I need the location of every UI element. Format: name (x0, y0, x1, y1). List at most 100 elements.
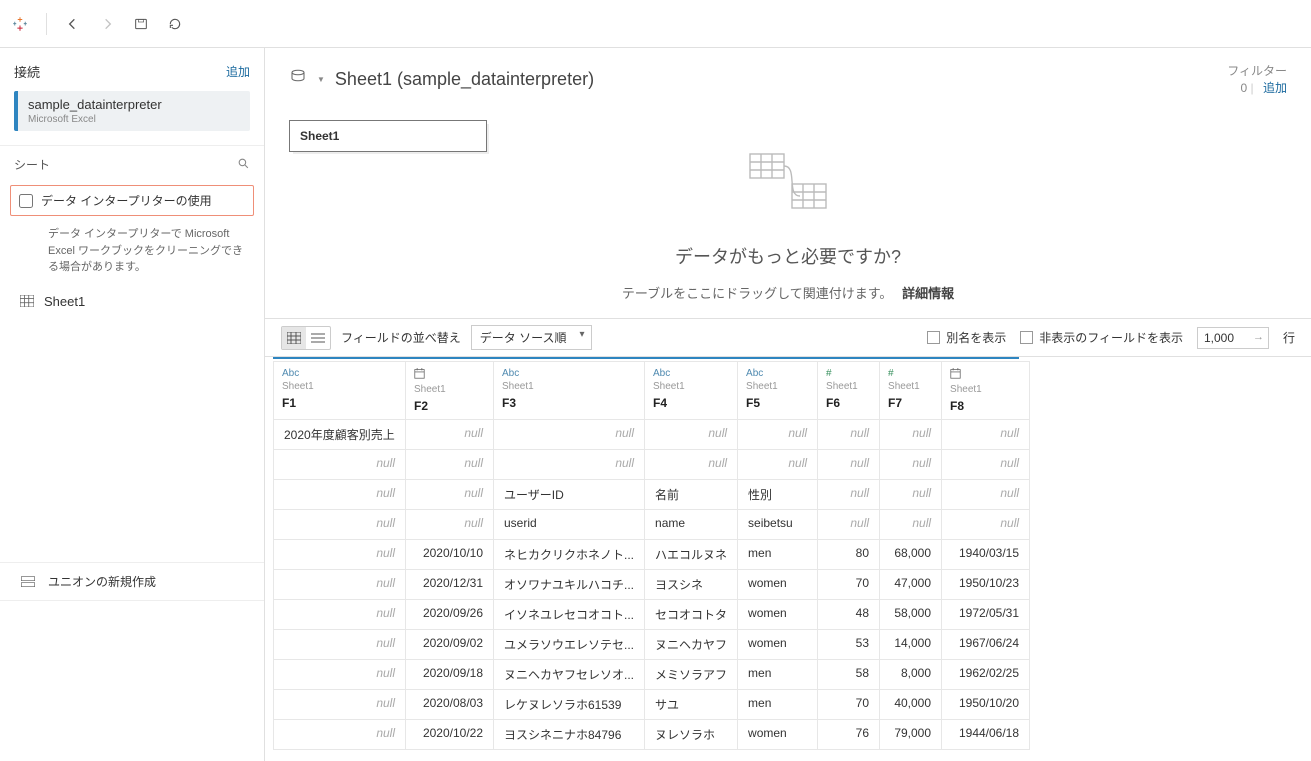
back-icon[interactable] (63, 14, 83, 34)
cell[interactable]: null (818, 450, 880, 480)
cell[interactable]: null (274, 720, 406, 750)
cell[interactable]: 性別 (738, 480, 818, 510)
cell[interactable]: オソワナユキルハコチ... (494, 570, 645, 600)
cell[interactable]: 58 (818, 660, 880, 690)
cell[interactable]: null (494, 420, 645, 450)
cell[interactable]: null (880, 420, 942, 450)
column-header-F5[interactable]: AbcSheet1F5 (738, 362, 818, 420)
column-header-F7[interactable]: #Sheet1F7 (880, 362, 942, 420)
filters-add-link[interactable]: 追加 (1263, 81, 1287, 95)
cell[interactable]: 68,000 (880, 540, 942, 570)
cell[interactable]: 2020/08/03 (406, 690, 494, 720)
add-connection-link[interactable]: 追加 (226, 63, 250, 80)
canvas-table-chip[interactable]: Sheet1 (289, 120, 487, 152)
save-icon[interactable] (131, 14, 151, 34)
cell[interactable]: ユーザーID (494, 480, 645, 510)
drop-hint-details-link[interactable]: 詳細情報 (902, 286, 954, 301)
show-aliases-checkbox[interactable]: 別名を表示 (927, 329, 1006, 346)
cell[interactable]: null (274, 600, 406, 630)
cell[interactable]: null (274, 540, 406, 570)
cell[interactable]: women (738, 600, 818, 630)
cell[interactable]: userid (494, 510, 645, 540)
cell[interactable]: 80 (818, 540, 880, 570)
cell[interactable]: 8,000 (880, 660, 942, 690)
cell[interactable]: null (494, 450, 645, 480)
cell[interactable]: women (738, 630, 818, 660)
cell[interactable]: null (880, 510, 942, 540)
cell[interactable]: 2020年度顧客別売上 (274, 420, 406, 450)
cell[interactable]: name (645, 510, 738, 540)
cell[interactable]: null (645, 450, 738, 480)
cell[interactable]: null (274, 510, 406, 540)
cell[interactable]: null (818, 480, 880, 510)
cell[interactable]: サユ (645, 690, 738, 720)
cell[interactable]: null (274, 570, 406, 600)
cell[interactable]: null (942, 480, 1030, 510)
cell[interactable]: 1940/03/15 (942, 540, 1030, 570)
cell[interactable]: null (880, 480, 942, 510)
forward-icon[interactable] (97, 14, 117, 34)
cell[interactable]: 1967/06/24 (942, 630, 1030, 660)
cell[interactable]: 1972/05/31 (942, 600, 1030, 630)
cell[interactable]: null (942, 450, 1030, 480)
cell[interactable]: ヨスシネ (645, 570, 738, 600)
cell[interactable]: 1962/02/25 (942, 660, 1030, 690)
sort-fields-select[interactable]: データ ソース順 (471, 325, 592, 350)
row-limit-input[interactable]: 1,000 (1197, 327, 1269, 349)
cell[interactable]: 58,000 (880, 600, 942, 630)
cell[interactable]: 70 (818, 690, 880, 720)
cell[interactable]: null (880, 450, 942, 480)
cell[interactable]: null (274, 450, 406, 480)
cell[interactable]: 47,000 (880, 570, 942, 600)
interpreter-checkbox[interactable] (19, 194, 33, 208)
cell[interactable]: 70 (818, 570, 880, 600)
cell[interactable]: null (645, 420, 738, 450)
cell[interactable]: null (942, 510, 1030, 540)
cell[interactable]: null (818, 510, 880, 540)
cell[interactable]: ヌレソラホ (645, 720, 738, 750)
cell[interactable]: 76 (818, 720, 880, 750)
cell[interactable]: null (818, 420, 880, 450)
cell[interactable]: women (738, 720, 818, 750)
cell[interactable]: 48 (818, 600, 880, 630)
cell[interactable]: null (406, 420, 494, 450)
cell[interactable]: null (738, 420, 818, 450)
cell[interactable]: 2020/09/18 (406, 660, 494, 690)
cell[interactable]: men (738, 690, 818, 720)
cell[interactable]: null (942, 420, 1030, 450)
cell[interactable]: null (406, 450, 494, 480)
cell[interactable]: 1944/06/18 (942, 720, 1030, 750)
cell[interactable]: null (274, 480, 406, 510)
cell[interactable]: 1950/10/20 (942, 690, 1030, 720)
cell[interactable]: null (406, 480, 494, 510)
sheet-item[interactable]: Sheet1 (0, 288, 264, 315)
cell[interactable]: 名前 (645, 480, 738, 510)
cell[interactable]: メミソラアフ (645, 660, 738, 690)
column-header-F6[interactable]: #Sheet1F6 (818, 362, 880, 420)
cell[interactable]: 2020/09/26 (406, 600, 494, 630)
cell[interactable]: 2020/09/02 (406, 630, 494, 660)
refresh-icon[interactable] (165, 14, 185, 34)
cell[interactable]: ヨスシネニナホ84796 (494, 720, 645, 750)
connection-item[interactable]: sample_datainterpreter Microsoft Excel (14, 91, 250, 131)
column-header-F1[interactable]: AbcSheet1F1 (274, 362, 406, 420)
tableau-logo-icon[interactable] (10, 14, 30, 34)
cell[interactable]: 79,000 (880, 720, 942, 750)
search-icon[interactable] (237, 157, 250, 173)
cell[interactable]: men (738, 660, 818, 690)
cell[interactable]: 53 (818, 630, 880, 660)
view-grid-icon[interactable] (282, 327, 306, 349)
show-hidden-fields-checkbox[interactable]: 非表示のフィールドを表示 (1020, 329, 1183, 346)
cell[interactable]: セコオコトタ (645, 600, 738, 630)
cell[interactable]: レケヌレソラホ61539 (494, 690, 645, 720)
new-union-button[interactable]: ユニオンの新規作成 (0, 562, 264, 601)
cell[interactable]: イソネユレセコオコト... (494, 600, 645, 630)
cell[interactable]: null (274, 690, 406, 720)
cell[interactable]: null (406, 510, 494, 540)
cell[interactable]: null (738, 450, 818, 480)
cell[interactable]: 2020/10/22 (406, 720, 494, 750)
cell[interactable]: ユメラソウエレソテセ... (494, 630, 645, 660)
cell[interactable]: null (274, 630, 406, 660)
cell[interactable]: seibetsu (738, 510, 818, 540)
column-header-F3[interactable]: AbcSheet1F3 (494, 362, 645, 420)
